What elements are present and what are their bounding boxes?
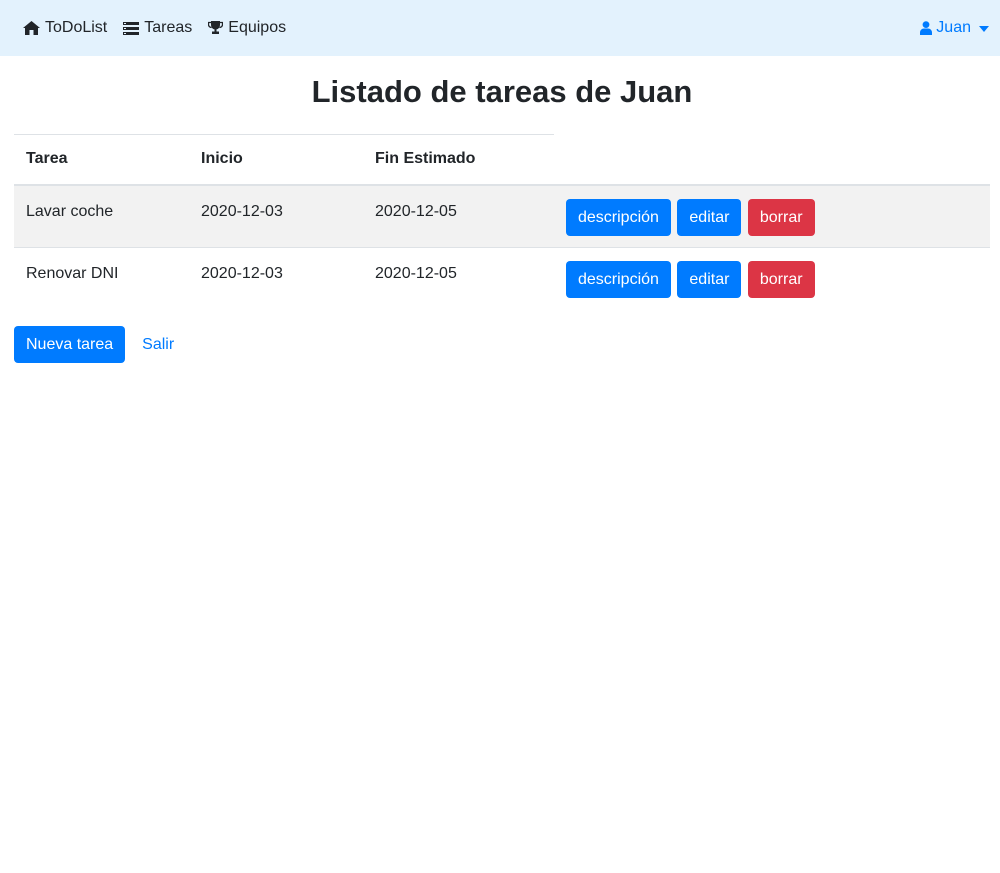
column-header-inicio: Inicio (189, 134, 363, 186)
cell-task: Lavar coche (26, 202, 114, 220)
table-row: Renovar DNI 2020-12-03 2020-12-05 descri… (14, 247, 990, 311)
description-button[interactable]: descripción (566, 261, 671, 298)
table-header-row: Tarea Inicio Fin Estimado (14, 134, 990, 186)
edit-button[interactable]: editar (677, 261, 742, 298)
cell-end: 2020-12-05 (375, 202, 457, 220)
user-name: Juan (936, 19, 971, 36)
new-task-button[interactable]: Nueva tarea (14, 326, 126, 363)
trophy-icon (208, 21, 224, 35)
cell-start: 2020-12-03 (201, 265, 283, 282)
cell-actions: descripción editar borrar (554, 248, 990, 311)
page-title: Listado de tareas de Juan (311, 74, 693, 109)
navbar-left: ToDoList Tareas Equipos (23, 19, 302, 37)
home-icon (23, 21, 40, 35)
list-icon (123, 21, 140, 35)
nav-item-tareas-label: Tareas (144, 19, 193, 36)
table-row: Lavar coche 2020-12-03 2020-12-05 descri… (14, 184, 990, 248)
nav-item-tareas[interactable]: Tareas (123, 19, 192, 37)
nav-item-equipos-label: Equipos (228, 19, 287, 36)
cell-end: 2020-12-05 (375, 265, 457, 282)
footer-actions: Nueva tarea Salir (14, 326, 174, 363)
delete-button[interactable]: borrar (747, 198, 815, 236)
delete-button[interactable]: borrar (747, 261, 815, 298)
user-icon (920, 21, 933, 35)
chevron-down-icon (979, 25, 989, 32)
tasks-table: Tarea Inicio Fin Estimado Lavar coche 20… (14, 134, 990, 311)
nav-brand-label: ToDoList (45, 19, 108, 36)
user-dropdown[interactable]: Juan (920, 19, 989, 37)
column-header-fin-estimado: Fin Estimado (363, 134, 554, 186)
edit-button[interactable]: editar (677, 198, 742, 236)
column-header-actions (554, 134, 990, 186)
nav-brand-todolist[interactable]: ToDoList (23, 19, 107, 37)
cell-task: Renovar DNI (26, 265, 119, 282)
column-header-tarea: Tarea (14, 134, 189, 186)
description-button[interactable]: descripción (566, 198, 671, 236)
navbar: ToDoList Tareas Equipos Juan (0, 0, 1000, 56)
cell-actions: descripción editar borrar (554, 185, 990, 248)
cell-start: 2020-12-03 (201, 202, 283, 220)
nav-item-equipos[interactable]: Equipos (208, 19, 286, 37)
tasks-table-container: Tarea Inicio Fin Estimado Lavar coche 20… (14, 134, 990, 311)
exit-link[interactable]: Salir (142, 336, 174, 354)
